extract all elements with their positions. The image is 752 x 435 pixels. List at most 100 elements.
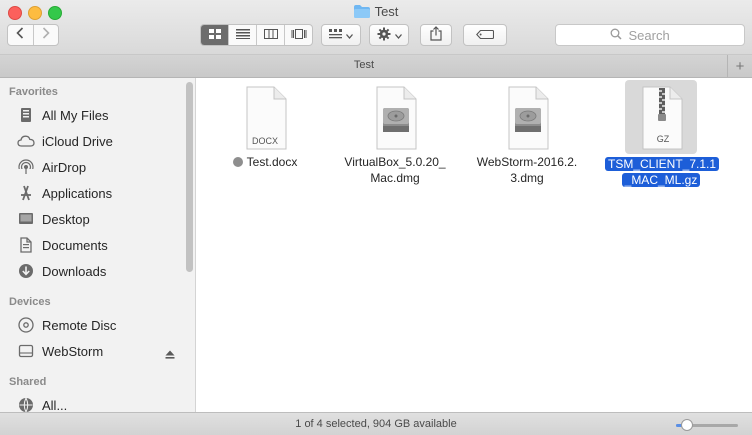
file-name-line1: VirtualBox_5.0.20_ [344, 155, 446, 169]
file-icon-box-selected: GZ [625, 80, 697, 154]
status-text: 1 of 4 selected, 904 GB available [295, 418, 457, 430]
status-bar: 1 of 4 selected, 904 GB available [0, 412, 752, 435]
sidebar-item-remote-disc[interactable]: Remote Disc [16, 314, 116, 336]
sidebar-item-downloads[interactable]: Downloads [16, 260, 106, 282]
grid-icon [208, 26, 221, 44]
list-view-button[interactable] [229, 25, 257, 45]
desktop-icon [16, 210, 36, 228]
arrange-grid-icon [329, 28, 342, 42]
sidebar-item-label: Applications [42, 185, 113, 201]
sidebar-item-all-shared[interactable]: All... [16, 394, 67, 412]
column-view-button[interactable] [257, 25, 285, 45]
sidebar-item-label: Desktop [42, 211, 90, 227]
sidebar-item-label: iCloud Drive [42, 133, 113, 149]
view-mode-control [200, 24, 313, 46]
file-name-line2: _MAC_ML.gz [621, 173, 701, 187]
eject-icon[interactable] [165, 346, 175, 364]
back-forward-control [7, 24, 59, 46]
sidebar-item-airdrop[interactable]: AirDrop [16, 156, 86, 178]
downloads-icon [16, 262, 36, 280]
tag-icon [476, 28, 495, 42]
disk-image-icon [376, 86, 417, 150]
chevron-right-icon [42, 26, 50, 44]
finder-window: Test Search Test + Favorites All My File… [0, 0, 752, 435]
file-item-test-docx[interactable]: DOCX Test.docx [215, 84, 315, 170]
icon-size-slider[interactable] [676, 419, 738, 431]
file-name: Test.docx [215, 154, 315, 170]
file-name-line1: TSM_CLIENT_7.1.1 [605, 157, 720, 171]
tab-bar: Test + [0, 55, 752, 78]
sidebar-item-label: Downloads [42, 263, 107, 279]
disc-icon [16, 316, 36, 334]
cloud-icon [16, 132, 36, 150]
sidebar-item-desktop[interactable]: Desktop [16, 208, 90, 230]
applications-icon [16, 184, 36, 202]
icon-view-button[interactable] [201, 25, 229, 45]
sidebar-item-label: AirDrop [42, 159, 87, 175]
airdrop-icon [16, 158, 36, 176]
tab-test[interactable]: Test [0, 59, 728, 71]
sidebar-item-label: WebStorm [42, 343, 104, 359]
folder-icon [353, 5, 370, 21]
tag-dot [232, 157, 243, 167]
chevron-down-icon [394, 28, 402, 42]
all-files-icon [16, 106, 36, 124]
file-grid: DOCX Test.docx VirtualBox_5.0.20_ Mac.dm… [197, 78, 752, 412]
file-type-badge: DOCX [251, 136, 278, 146]
drive-icon [16, 342, 36, 360]
file-name-line1: Test.docx [246, 155, 298, 169]
action-button[interactable] [369, 24, 409, 46]
share-icon [430, 26, 442, 44]
window-title: Test [0, 4, 752, 21]
cover-flow-button[interactable] [285, 25, 312, 45]
file-item-tsm-client-gz[interactable]: GZ TSM_CLIENT_7.1.1 _MAC_ML.gz [605, 80, 720, 188]
columns-icon [263, 26, 278, 44]
search-icon [610, 28, 622, 43]
window-title-text: Test [374, 4, 399, 19]
sidebar-item-documents[interactable]: Documents [16, 234, 108, 256]
file-type-badge: GZ [656, 134, 670, 144]
sidebar-item-webstorm[interactable]: WebStorm [16, 340, 103, 362]
file-name-line2: 3.dmg [510, 171, 544, 185]
cover-flow-icon [291, 26, 307, 44]
forward-button[interactable] [34, 25, 59, 45]
file-icon-box [363, 84, 427, 152]
chevron-down-icon [346, 28, 353, 42]
gear-icon [377, 27, 391, 44]
back-button[interactable] [8, 25, 34, 45]
sidebar-item-label: All... [42, 397, 68, 413]
file-name: VirtualBox_5.0.20_ Mac.dmg [339, 154, 451, 186]
toolbar: Test [0, 0, 752, 55]
sidebar-item-icloud-drive[interactable]: iCloud Drive [16, 130, 113, 152]
sidebar-item-label: All My Files [42, 107, 109, 123]
sidebar: Favorites All My Files iCloud Drive AirD… [0, 78, 196, 412]
chevron-left-icon [16, 26, 24, 44]
file-icon-box: DOCX [233, 84, 297, 152]
sidebar-item-label: Documents [42, 237, 108, 253]
file-name: WebStorm-2016.2. 3.dmg [475, 154, 579, 186]
sidebar-item-applications[interactable]: Applications [16, 182, 112, 204]
tags-button[interactable] [463, 24, 507, 46]
file-name: TSM_CLIENT_7.1.1 _MAC_ML.gz [605, 156, 720, 188]
sidebar-scrollbar[interactable] [186, 82, 193, 272]
file-icon-box [495, 84, 559, 152]
file-name-line1: WebStorm-2016.2. [476, 155, 578, 169]
documents-icon [16, 236, 36, 254]
new-tab-button[interactable]: + [727, 55, 752, 77]
search-field[interactable] [555, 24, 745, 46]
share-button[interactable] [420, 24, 452, 46]
network-icon [16, 396, 36, 412]
sidebar-header-favorites: Favorites [9, 86, 58, 98]
icon-size-slider-thumb[interactable] [681, 419, 693, 431]
disk-image-icon [508, 86, 549, 150]
sidebar-header-devices: Devices [9, 296, 51, 308]
file-item-virtualbox-dmg[interactable]: VirtualBox_5.0.20_ Mac.dmg [339, 84, 451, 186]
search-input[interactable] [626, 26, 691, 44]
sidebar-item-label: Remote Disc [42, 317, 117, 333]
file-item-webstorm-dmg[interactable]: WebStorm-2016.2. 3.dmg [475, 84, 579, 186]
arrange-button[interactable] [321, 24, 361, 46]
file-name-line2: Mac.dmg [370, 171, 420, 185]
list-icon [235, 26, 250, 44]
sidebar-item-all-my-files[interactable]: All My Files [16, 104, 108, 126]
sidebar-header-shared: Shared [9, 376, 47, 388]
